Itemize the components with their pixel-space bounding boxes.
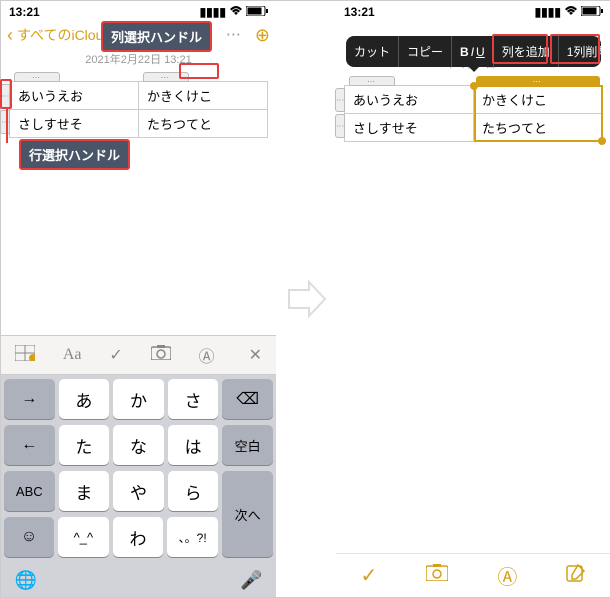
compose-icon[interactable] <box>566 563 586 589</box>
kana-key[interactable]: さ <box>168 379 219 419</box>
kana-key[interactable]: ま <box>59 471 110 511</box>
status-time: 13:21 <box>9 5 40 19</box>
kana-key[interactable]: や <box>113 471 164 511</box>
table-row: あいうえお かきくけこ <box>10 82 267 109</box>
status-bar: 13:21 ▮▮▮▮ <box>1 1 276 21</box>
done-icon[interactable]: ⊕ <box>255 25 270 46</box>
ctx-biu[interactable]: BIU <box>452 36 494 67</box>
key-abc[interactable]: ABC <box>4 471 55 511</box>
col-select-handle-1[interactable]: ⋯ <box>349 76 395 86</box>
back-label[interactable]: すべてのiCloud <box>17 25 111 45</box>
col-select-handle-2-selected[interactable]: ⋯ <box>476 76 601 86</box>
phone-left: 13:21 ▮▮▮▮ ‹ すべてのiCloud ⋯ ⊕ 2021年2月22日 1… <box>1 1 276 597</box>
keyboard-toolbar: Aa ✓ Ⓐ ✕ <box>1 335 276 375</box>
kana-key[interactable]: わ <box>113 517 164 557</box>
status-bar: 13:21 ▮▮▮▮ <box>336 1 610 21</box>
table-cell[interactable]: あいうえお <box>345 86 473 113</box>
battery-icon <box>246 5 268 19</box>
signal-icon: ▮▮▮▮ <box>200 5 226 19</box>
transition-arrow-icon <box>276 1 336 597</box>
battery-icon <box>581 5 603 19</box>
mic-icon[interactable]: 🎤 <box>230 563 274 597</box>
ctx-copy[interactable]: コピー <box>399 36 452 67</box>
row-select-handle-1[interactable]: ⋮ <box>335 88 345 112</box>
kana-key[interactable]: は <box>168 425 219 465</box>
camera-icon[interactable] <box>151 345 171 365</box>
format-icon[interactable]: Aa <box>63 346 82 364</box>
bottom-toolbar: ✓ Ⓐ <box>336 553 610 597</box>
back-chevron-icon[interactable]: ‹ <box>7 26 13 44</box>
wifi-icon <box>564 5 578 19</box>
kana-key[interactable]: ^_^ <box>58 517 109 557</box>
signal-icon: ▮▮▮▮ <box>535 5 561 19</box>
ctx-cut[interactable]: カット <box>346 36 399 67</box>
table-cell[interactable]: さしすせそ <box>345 113 473 141</box>
table-row: あいうえお かきくけこ <box>345 86 602 113</box>
table-cell[interactable]: さしすせそ <box>10 109 138 137</box>
note-table[interactable]: ⋯ ⋯ ⋮ ⋮ あいうえお かきくけこ さしすせそ たちつてと <box>344 85 603 142</box>
annotation-box-col-handle <box>179 63 219 79</box>
close-keyboard-icon[interactable]: ✕ <box>249 345 262 365</box>
callout-row-handle: 行選択ハンドル <box>19 139 130 170</box>
markup-icon[interactable]: Ⓐ <box>199 343 215 367</box>
globe-icon[interactable]: 🌐 <box>4 563 48 597</box>
key-backspace[interactable]: ⌫ <box>222 379 273 419</box>
col-select-handle-1[interactable]: ⋯ <box>14 72 60 82</box>
keyboard: → あ か さ ⌫ ← た な は 空白 ABC ま や ら 次へ ☺ <box>1 375 276 597</box>
key-arrow[interactable]: ← <box>4 425 55 465</box>
row-select-handle-2[interactable]: ⋮ <box>0 110 10 134</box>
note-timestamp: 2021年2月22日 13:21 <box>1 49 276 73</box>
table-cell[interactable]: たちつてと <box>473 113 602 141</box>
table-icon[interactable] <box>15 345 35 366</box>
key-arrow[interactable]: → <box>4 379 55 419</box>
annotation-box-addcol <box>492 34 548 64</box>
table-cell[interactable]: かきくけこ <box>473 86 602 113</box>
annotation-line <box>6 109 8 143</box>
status-icons: ▮▮▮▮ <box>535 5 603 19</box>
table-row: さしすせそ たちつてと <box>345 113 602 141</box>
camera-icon[interactable] <box>426 564 448 587</box>
callout-col-handle: 列選択ハンドル <box>101 21 212 52</box>
table-row: さしすせそ たちつてと <box>10 109 267 137</box>
phone-right: 13:21 ▮▮▮▮ カット コピー BIU 列を追加 1列削除 2021年2月… <box>336 1 610 597</box>
kana-key[interactable]: た <box>59 425 110 465</box>
table-cell[interactable]: たちつてと <box>138 109 267 137</box>
table-cell[interactable]: かきくけこ <box>138 82 267 109</box>
share-icon[interactable]: ⋯ <box>226 25 241 46</box>
note-table[interactable]: ⋯ ⋯ ⋮ ⋮ あいうえお かきくけこ さしすせそ たちつてと <box>9 81 268 138</box>
kana-key[interactable]: ら <box>168 471 219 511</box>
row-select-handle-2[interactable]: ⋮ <box>335 114 345 138</box>
selection-handle-icon[interactable] <box>598 137 606 145</box>
markup-icon[interactable]: Ⓐ <box>497 561 517 590</box>
annotation-box-delcol <box>550 34 600 64</box>
kana-key[interactable]: な <box>113 425 164 465</box>
kana-key[interactable]: あ <box>59 379 110 419</box>
selection-handle-icon[interactable] <box>470 82 478 90</box>
key-emoji[interactable]: ☺ <box>4 517 54 557</box>
kana-key[interactable]: 、。?! <box>167 517 218 557</box>
annotation-box-row-handle <box>0 79 12 109</box>
checklist-icon[interactable]: ✓ <box>361 563 378 588</box>
wifi-icon <box>229 5 243 19</box>
checklist-icon[interactable]: ✓ <box>109 345 122 365</box>
key-space[interactable]: 空白 <box>222 425 273 465</box>
key-next[interactable]: 次へ <box>222 471 273 557</box>
status-time: 13:21 <box>344 5 375 19</box>
table-cell[interactable]: あいうえお <box>10 82 138 109</box>
kana-key[interactable]: か <box>113 379 164 419</box>
status-icons: ▮▮▮▮ <box>200 5 268 19</box>
